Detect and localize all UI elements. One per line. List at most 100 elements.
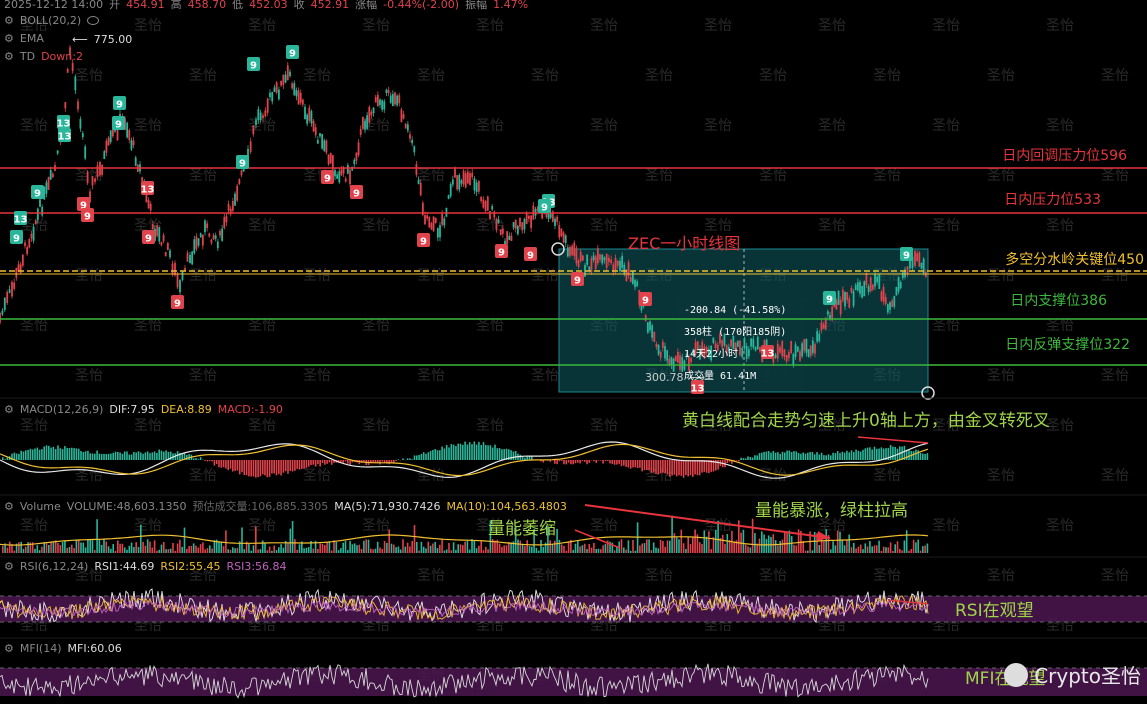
volume-bar [471, 539, 473, 553]
volume-bar [639, 546, 641, 553]
candle-body [252, 125, 254, 134]
mfi-legend[interactable]: ⚙ MFI(14) MFI:60.06 [4, 642, 122, 655]
candle-body [276, 82, 278, 92]
macd-histogram-bar [828, 454, 830, 460]
macd-histogram-bar [701, 460, 703, 473]
candle-body [101, 165, 103, 175]
candle-body [921, 263, 923, 269]
macd-histogram-bar [639, 460, 641, 468]
macd-histogram-bar [218, 460, 220, 467]
volume-bar [393, 545, 395, 553]
volume-bar [561, 544, 563, 553]
settings-icon[interactable]: ⚙ [4, 403, 14, 416]
candle-body [535, 209, 537, 216]
macd-histogram-bar [623, 460, 625, 466]
volume-bar [685, 549, 687, 553]
macd-histogram-bar [204, 460, 206, 461]
volume-bar [646, 539, 648, 553]
hide-eye-icon[interactable] [87, 16, 99, 25]
watermark-text: 圣怡 [1046, 418, 1074, 434]
chart-stage[interactable]: 圣怡圣怡圣怡圣怡圣怡圣怡圣怡圣怡圣怡圣怡圣怡圣怡圣怡圣怡圣怡圣怡圣怡圣怡圣怡圣怡… [0, 0, 1147, 700]
candle-body [885, 297, 887, 304]
candle-body [383, 101, 385, 109]
macd-histogram-bar [225, 460, 227, 469]
ma10-value: MA(10):104,563.4803 [447, 500, 567, 513]
macd-histogram-bar [48, 446, 50, 460]
level-label-322: 日内反弹支撑位322 [1005, 334, 1130, 354]
macd-histogram-bar [607, 460, 609, 461]
candle-body [208, 233, 210, 236]
volume-bar [416, 542, 418, 553]
candle-body [302, 100, 304, 105]
watermark-text: 圣怡 [932, 318, 960, 334]
candle-body [569, 247, 571, 256]
candle-body [187, 253, 189, 262]
macd-histogram-bar [667, 460, 669, 475]
volume-bar [207, 548, 209, 553]
macd-histogram-bar [37, 448, 39, 460]
watermark-text: 圣怡 [1101, 168, 1129, 184]
candle-body [300, 93, 302, 103]
volume-bar [503, 545, 505, 553]
volume-bar [119, 544, 121, 553]
settings-icon[interactable]: ⚙ [4, 14, 14, 27]
volume-bar [694, 530, 696, 553]
rsi-legend[interactable]: ⚙ RSI(6,12,24) RSI1:44.69 RSI2:55.45 RSI… [4, 560, 287, 573]
macd-histogram-bar [809, 452, 811, 460]
open-label: 开 [109, 0, 120, 12]
volume-bar [605, 544, 607, 553]
macd-histogram-bar [423, 452, 425, 460]
macd-histogram-bar [209, 460, 211, 461]
watermark-text: 圣怡 [987, 368, 1015, 384]
settings-icon[interactable]: ⚙ [4, 642, 14, 655]
macd-histogram-bar [605, 460, 607, 461]
volume-legend[interactable]: ⚙ Volume VOLUME:48,603.1350 预估成交量:106,88… [4, 498, 567, 514]
macd-histogram-bar [717, 460, 719, 470]
macd-histogram-bar [526, 457, 528, 460]
watermark-text: 圣怡 [818, 118, 846, 134]
candle-body [271, 92, 273, 101]
indicator-ema[interactable]: ⚙ EMA [4, 32, 44, 45]
macd-histogram-bar [825, 455, 827, 460]
indicator-td[interactable]: ⚙ TD Down:2 [4, 50, 83, 63]
watermark-text: 圣怡 [75, 268, 103, 284]
candle-body [403, 114, 405, 118]
settings-icon[interactable]: ⚙ [4, 500, 14, 513]
candle-body [896, 287, 898, 295]
macd-histogram-bar [326, 460, 328, 464]
macd-histogram-bar [287, 460, 289, 474]
candle-body [591, 258, 593, 272]
indicator-boll[interactable]: ⚙ BOLL(20,2) [4, 14, 99, 27]
volume-bar [237, 548, 239, 553]
macd-histogram-bar [520, 455, 522, 460]
macd-histogram-bar [487, 445, 489, 460]
candle-body [597, 248, 599, 263]
macd-histogram-bar [110, 454, 112, 460]
volume-bar [483, 550, 485, 553]
volume-bar [837, 531, 839, 553]
volume-bar [188, 546, 190, 553]
macd-histogram-bar [802, 452, 804, 460]
macd-histogram-bar [554, 460, 556, 464]
macd-histogram-bar [685, 460, 687, 475]
settings-icon[interactable]: ⚙ [4, 560, 14, 573]
settings-icon[interactable]: ⚙ [4, 50, 14, 63]
candle-body [409, 134, 411, 138]
macd-histogram-bar [149, 453, 151, 460]
macd-histogram-bar [871, 449, 873, 460]
settings-icon[interactable]: ⚙ [4, 32, 14, 45]
volume-bar [299, 544, 301, 553]
candle-body [315, 127, 317, 135]
candle-body [623, 265, 625, 274]
volume-bar [883, 547, 885, 553]
candle-body [476, 182, 478, 192]
candle-body [234, 194, 236, 206]
price-chart-canvas[interactable]: 圣怡圣怡圣怡圣怡圣怡圣怡圣怡圣怡圣怡圣怡圣怡圣怡圣怡圣怡圣怡圣怡圣怡圣怡圣怡圣怡… [0, 0, 1147, 700]
ohlc-header: 2025-12-12 14:00 开 454.91 高 458.70 低 452… [4, 0, 528, 12]
volume-bar [391, 544, 393, 553]
volume-bar [76, 540, 78, 553]
macd-legend[interactable]: ⚙ MACD(12,26,9) DIF:7.95 DEA:8.89 MACD:-… [4, 403, 283, 416]
macd-histogram-bar [759, 453, 761, 460]
candle-body [671, 357, 673, 365]
volume-bar [112, 544, 114, 553]
